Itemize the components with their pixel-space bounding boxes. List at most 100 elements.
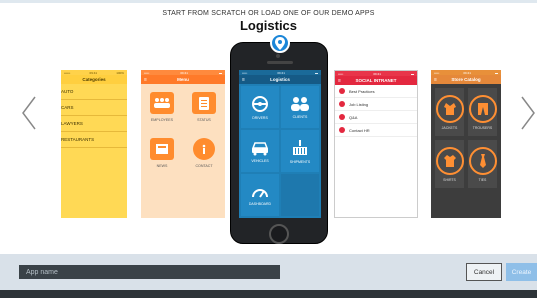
tile-label: VEHICLES <box>251 158 269 163</box>
tile-label: CONTACT <box>195 164 213 168</box>
phone-frame: ••••• 09:41 ▬ ≡ Logistics DRIVERS CLIENT… <box>230 42 328 244</box>
list-item-label: Job Listing <box>349 101 369 107</box>
app-bar: ≡ Logistics <box>239 75 321 84</box>
menu-tile: EMPLOYEES <box>141 84 183 130</box>
list-item-label: Contact HR <box>349 127 370 133</box>
tile-label: TROUSERS <box>472 125 493 130</box>
app-bar: Categories <box>61 75 127 84</box>
app-bar-title: Menu <box>177 77 189 82</box>
list-item: Contact HR <box>335 124 417 137</box>
hamburger-icon: ≡ <box>144 77 147 83</box>
tile-label: TIES <box>478 177 487 182</box>
app-preview-logistics[interactable]: ••••• 09:41 ▬ ≡ Logistics DRIVERS CLIENT… <box>239 70 321 218</box>
create-button[interactable]: Create <box>506 263 537 281</box>
menu-tile: STATUS <box>183 84 225 130</box>
status-time: 09:41 <box>373 71 381 76</box>
menu-tile: NEWS <box>141 130 183 176</box>
logistics-tile: SHIPMENTS <box>281 130 319 172</box>
status-time: 09:41 <box>89 70 98 75</box>
catalog-tile: TIES <box>468 140 497 188</box>
clipboard-icon <box>192 92 216 114</box>
tie-icon <box>468 146 497 175</box>
list-item: CARS <box>61 100 127 116</box>
list-item: Job Listing <box>335 98 417 111</box>
status-time: 09:41 <box>277 70 285 75</box>
list-item: Best Practices <box>335 85 417 98</box>
catalog-tile: JACKETS <box>435 88 464 136</box>
star-icon <box>339 88 345 94</box>
team-icon <box>150 92 174 114</box>
signal-indicator: ••••• <box>434 70 440 75</box>
jacket-icon <box>435 94 464 123</box>
info-icon <box>193 138 215 160</box>
app-bar-title: Logistics <box>270 77 290 82</box>
app-bar: ≡ SOCIAL INTRANET <box>335 76 417 85</box>
tile-label: JACKETS <box>441 125 458 130</box>
list-item-label: Q&A <box>349 114 358 120</box>
demo-app-picker: START FROM SCRATCH OR LOAD ONE OF OUR DE… <box>0 0 537 298</box>
tile-label: SHIPMENTS <box>289 159 311 164</box>
logistics-tile: VEHICLES <box>241 130 279 172</box>
catalog-tile: SHIRTS <box>435 140 464 188</box>
page-title: Logistics <box>239 18 298 33</box>
app-name-input[interactable] <box>19 265 280 279</box>
carousel-next-button[interactable] <box>519 95 537 131</box>
camera-dot <box>276 54 280 58</box>
app-preview-categories[interactable]: •••••• 09:41 100% Categories AUTO CARS L… <box>61 70 127 218</box>
list-item: RESTAURANTS <box>61 132 127 148</box>
status-time: 09:41 <box>180 70 188 75</box>
logistics-tile: DASHBOARD <box>241 174 279 216</box>
location-pin-icon <box>270 33 290 53</box>
signal-indicator: •••••• <box>64 70 71 75</box>
app-bar: ≡ Menu <box>141 75 225 84</box>
top-divider <box>0 0 537 3</box>
app-bar: ≡ Store Catalog <box>431 75 501 84</box>
signal-indicator: ••••• <box>338 71 344 76</box>
app-preview-menu[interactable]: ••••• 09:41 ▬ ≡ Menu EMPLOYEES STATUS NE… <box>141 70 225 218</box>
list-item-label: Best Practices <box>349 88 375 94</box>
app-bar-title: SOCIAL INTRANET <box>355 78 397 83</box>
menu-tile: CONTACT <box>183 130 225 176</box>
trousers-icon <box>468 94 497 123</box>
list-item: LAWYERS <box>61 116 127 132</box>
contact-icon <box>339 127 345 133</box>
app-preview-store-catalog[interactable]: ••••• 09:41 ▬ ≡ Store Catalog JACKETS TR… <box>431 70 501 218</box>
list-item: AUTO <box>61 84 127 100</box>
chevron-left-icon <box>22 96 36 130</box>
question-icon <box>339 114 345 120</box>
battery-indicator: ▬ <box>219 70 222 75</box>
tile-label: NEWS <box>156 164 168 168</box>
hamburger-icon: ≡ <box>242 77 245 83</box>
hamburger-icon: ≡ <box>338 78 341 84</box>
battery-indicator: ▬ <box>495 70 498 75</box>
battery-indicator: ▬ <box>411 71 414 76</box>
logistics-tile: DRIVERS <box>241 86 279 128</box>
logistics-tile: CLIENTS <box>281 86 319 128</box>
dashboard-gauge-icon <box>252 188 268 198</box>
battery-indicator: 100% <box>116 70 124 75</box>
chevron-right-icon <box>521 96 535 130</box>
tile-label: SHIRTS <box>443 177 456 182</box>
news-icon <box>150 138 174 160</box>
app-bar-title: Categories <box>82 77 106 82</box>
people-icon <box>291 96 309 111</box>
tile-label: DRIVERS <box>252 115 268 120</box>
app-bar-title: Store Catalog <box>451 77 481 82</box>
container-crane-icon <box>293 139 307 155</box>
briefcase-icon <box>339 101 345 107</box>
create-app-footer: Cancel Create <box>0 254 537 290</box>
car-icon <box>251 141 269 155</box>
bottom-bar <box>0 290 537 298</box>
steering-wheel-icon <box>252 95 268 112</box>
app-preview-social-intranet[interactable]: ••••• 09:41 ▬ ≡ SOCIAL INTRANET Best Pra… <box>334 70 418 218</box>
hamburger-icon: ≡ <box>434 77 437 83</box>
battery-indicator: ▬ <box>315 70 318 75</box>
signal-indicator: ••••• <box>242 70 248 75</box>
cancel-button[interactable]: Cancel <box>466 263 502 281</box>
signal-indicator: ••••• <box>144 70 150 75</box>
speaker-grille <box>267 61 293 64</box>
catalog-tile: TROUSERS <box>468 88 497 136</box>
list-item: Q&A <box>335 111 417 124</box>
carousel-prev-button[interactable] <box>20 95 38 131</box>
page-subtitle: START FROM SCRATCH OR LOAD ONE OF OUR DE… <box>162 10 375 17</box>
